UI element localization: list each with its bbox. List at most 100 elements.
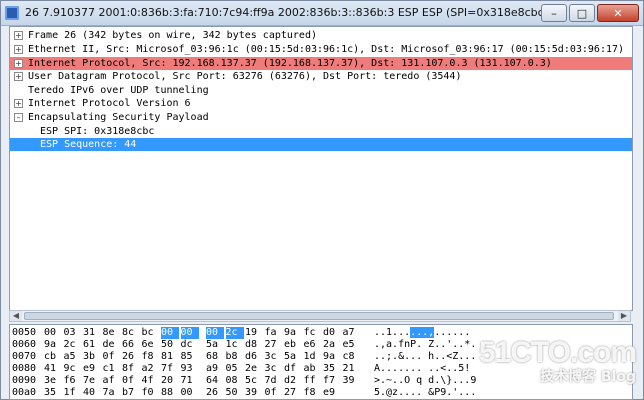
hex-byte[interactable]: 88 xyxy=(161,387,179,399)
hex-byte[interactable]: 81 xyxy=(161,351,179,363)
expand-icon[interactable]: + xyxy=(14,72,23,81)
hex-byte[interactable]: 5c xyxy=(245,375,263,387)
tree-row[interactable]: + User Datagram Protocol, Src Port: 63276… xyxy=(10,70,632,83)
hex-byte[interactable]: a2 xyxy=(142,363,160,375)
expand-icon[interactable]: + xyxy=(14,59,23,68)
tree-row[interactable]: + Internet Protocol Version 6 xyxy=(10,97,632,110)
hex-byte[interactable]: 20 xyxy=(161,375,179,387)
hex-byte[interactable]: b8 xyxy=(226,351,244,363)
hex-byte[interactable]: eb xyxy=(284,339,302,351)
hex-byte[interactable]: 39 xyxy=(245,387,263,399)
tree-row[interactable]: – Encapsulating Security Payload xyxy=(10,111,632,124)
hex-byte[interactable]: 5a xyxy=(206,339,224,351)
hex-byte[interactable]: 27 xyxy=(265,339,283,351)
hex-byte[interactable]: 93 xyxy=(181,363,199,375)
scroll-right-icon[interactable]: ▶ xyxy=(618,311,630,321)
hex-byte[interactable]: 6e xyxy=(142,339,160,351)
hex-byte[interactable]: cb xyxy=(44,351,62,363)
hex-ascii[interactable]: >.~..O q d.\}...9 xyxy=(374,375,476,387)
hex-byte[interactable]: b7 xyxy=(122,387,140,399)
hex-ascii[interactable]: A....... ..<..5! xyxy=(374,363,470,375)
hex-byte[interactable]: fc xyxy=(304,327,322,339)
hex-byte[interactable]: f7 xyxy=(323,375,341,387)
tree-row[interactable]: Teredo IPv6 over UDP tunneling xyxy=(10,84,632,97)
hex-byte[interactable]: 1c xyxy=(226,339,244,351)
hex-byte[interactable]: 08 xyxy=(226,375,244,387)
hex-byte[interactable]: 2c xyxy=(225,327,244,339)
hex-ascii[interactable]: ..;.&... h..<Z... xyxy=(374,351,476,363)
maximize-button[interactable]: □ xyxy=(569,4,595,22)
hex-byte[interactable]: 0f xyxy=(103,351,121,363)
hex-byte[interactable]: 9a xyxy=(323,351,341,363)
hex-byte[interactable]: 64 xyxy=(206,375,224,387)
expand-icon[interactable]: + xyxy=(14,99,23,108)
hex-byte[interactable]: 1d xyxy=(304,351,322,363)
hex-byte[interactable]: c8 xyxy=(343,351,361,363)
hex-byte[interactable]: 41 xyxy=(44,363,62,375)
hex-byte[interactable]: 3c xyxy=(265,351,283,363)
hex-byte[interactable]: 7e xyxy=(83,375,101,387)
hex-byte[interactable]: 9c xyxy=(64,363,82,375)
hex-byte[interactable]: d2 xyxy=(284,375,302,387)
expand-icon[interactable]: + xyxy=(14,45,23,54)
hex-byte[interactable]: 0f xyxy=(122,375,140,387)
hex-byte[interactable]: af xyxy=(103,375,121,387)
collapse-icon[interactable]: – xyxy=(14,113,23,122)
hex-byte[interactable]: ab xyxy=(304,363,322,375)
hex-byte[interactable]: 31 xyxy=(83,327,101,339)
tree-row[interactable]: + Ethernet II, Src: Microsof_03:96:1c (00… xyxy=(10,43,632,56)
hex-byte[interactable]: 00 xyxy=(206,327,224,339)
hex-byte[interactable]: e6 xyxy=(304,339,322,351)
hex-byte[interactable]: 8c xyxy=(122,327,140,339)
hex-byte[interactable]: df xyxy=(284,363,302,375)
hex-ascii[interactable]: ..1......,...... xyxy=(374,327,470,339)
hex-byte[interactable]: c1 xyxy=(103,363,121,375)
tree-row[interactable]: + Internet Protocol, Src: 192.168.137.37 … xyxy=(10,57,632,70)
hex-byte[interactable]: e9 xyxy=(323,387,341,399)
hex-byte[interactable]: 7d xyxy=(265,375,283,387)
hex-byte[interactable]: 8f xyxy=(122,363,140,375)
hex-byte[interactable]: 05 xyxy=(226,363,244,375)
hex-byte[interactable]: 03 xyxy=(64,327,82,339)
hex-byte[interactable]: e5 xyxy=(343,339,361,351)
hex-byte[interactable]: 40 xyxy=(83,387,101,399)
hex-byte[interactable]: 00 xyxy=(180,327,199,339)
hex-byte[interactable]: f0 xyxy=(142,387,160,399)
hex-byte[interactable]: 71 xyxy=(181,375,199,387)
hex-byte[interactable]: 68 xyxy=(206,351,224,363)
hex-byte[interactable]: 66 xyxy=(122,339,140,351)
hex-byte[interactable]: 00 xyxy=(44,327,62,339)
hex-byte[interactable]: 85 xyxy=(181,351,199,363)
close-button[interactable]: ✕ xyxy=(597,4,639,22)
hex-byte[interactable]: 50 xyxy=(226,387,244,399)
hex-byte[interactable]: d0 xyxy=(323,327,341,339)
hex-byte[interactable]: d6 xyxy=(245,351,263,363)
hex-byte[interactable]: 0f xyxy=(265,387,283,399)
tree-row[interactable]: ESP SPI: 0x318e8cbc xyxy=(10,125,632,138)
hex-byte[interactable]: 35 xyxy=(44,387,62,399)
hex-byte[interactable]: e9 xyxy=(83,363,101,375)
hex-byte[interactable]: 27 xyxy=(284,387,302,399)
hex-byte[interactable]: de xyxy=(103,339,121,351)
title-bar[interactable]: 26 7.910377 2001:0:836b:3:fa:710:7c94:ff… xyxy=(1,1,643,26)
hex-byte[interactable]: a9 xyxy=(206,363,224,375)
hex-byte[interactable]: 00 xyxy=(161,327,179,339)
horizontal-scrollbar[interactable]: ◀ ▶ xyxy=(9,310,631,322)
hex-byte[interactable]: 00 xyxy=(181,387,199,399)
hex-byte[interactable]: 19 xyxy=(245,327,263,339)
hex-byte[interactable]: dc xyxy=(181,339,199,351)
hex-byte[interactable]: 2a xyxy=(323,339,341,351)
hex-byte[interactable]: 8e xyxy=(103,327,121,339)
hex-byte[interactable]: 3c xyxy=(265,363,283,375)
hex-byte[interactable]: f8 xyxy=(142,351,160,363)
expand-icon[interactable]: + xyxy=(14,31,23,40)
hex-byte[interactable]: 9a xyxy=(44,339,62,351)
hex-byte[interactable]: 7f xyxy=(161,363,179,375)
hex-byte[interactable]: fa xyxy=(265,327,283,339)
hex-byte[interactable]: 35 xyxy=(323,363,341,375)
scroll-left-icon[interactable]: ◀ xyxy=(10,311,22,321)
scrollbar-thumb[interactable] xyxy=(24,312,614,320)
hex-byte[interactable]: 2c xyxy=(64,339,82,351)
hex-byte[interactable]: 3b xyxy=(83,351,101,363)
hex-byte[interactable]: f6 xyxy=(64,375,82,387)
